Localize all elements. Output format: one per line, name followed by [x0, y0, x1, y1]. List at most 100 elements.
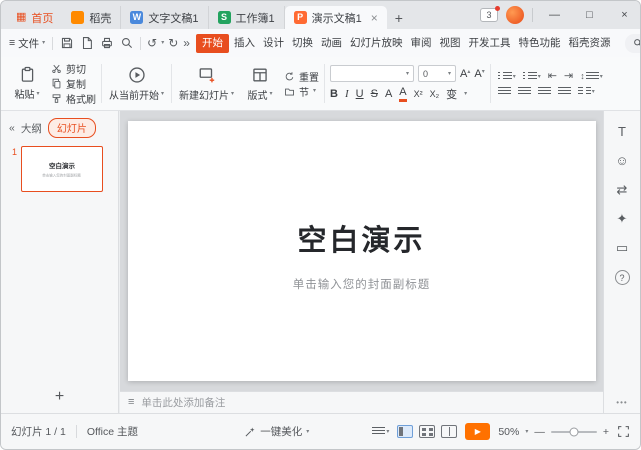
- beautify-button[interactable]: 一键美化 ▾: [244, 424, 309, 439]
- new-slide-button[interactable]: 新建幻灯片▾: [177, 60, 236, 107]
- align-right-button[interactable]: [536, 87, 553, 96]
- text-shadow-button[interactable]: A: [385, 88, 392, 100]
- frame-icon[interactable]: ▭: [616, 241, 628, 254]
- zoom-slider[interactable]: [551, 431, 597, 433]
- close-tab-icon[interactable]: ×: [371, 11, 378, 25]
- search-button[interactable]: 查找: [625, 34, 640, 53]
- zoom-out-button[interactable]: —: [534, 426, 545, 438]
- ribbon-tab-view[interactable]: 视图: [435, 34, 464, 53]
- reset-button[interactable]: 重置: [284, 70, 319, 83]
- minimize-button[interactable]: —: [541, 1, 568, 29]
- collapse-panel-icon[interactable]: «: [9, 123, 15, 134]
- decrease-indent-icon: ⇤: [548, 71, 557, 82]
- cut-button[interactable]: 剪切: [51, 62, 96, 75]
- print-button[interactable]: [98, 34, 115, 52]
- ribbon-tab-slideshow[interactable]: 幻灯片放映: [346, 34, 407, 53]
- smiley-icon[interactable]: ☺: [615, 154, 628, 167]
- slides-tab[interactable]: 幻灯片: [48, 118, 96, 138]
- ribbon-tab-start[interactable]: 开始: [196, 34, 229, 53]
- more-commands-button[interactable]: »: [182, 37, 191, 49]
- tab-docer-label: 稻壳: [89, 10, 111, 26]
- export-pdf-button[interactable]: [78, 34, 95, 52]
- ribbon-tab-docer-resources[interactable]: 稻壳资源: [564, 34, 614, 53]
- font-color-button[interactable]: A: [399, 86, 406, 101]
- add-slide-button[interactable]: +: [1, 389, 118, 405]
- underline-button[interactable]: U: [356, 88, 364, 100]
- clipboard-icon: [19, 66, 36, 83]
- effects-star-icon[interactable]: ✦: [617, 212, 628, 225]
- italic-button[interactable]: I: [345, 88, 349, 100]
- maximize-button[interactable]: □: [576, 1, 603, 29]
- slide-sorter-view-button[interactable]: [419, 425, 435, 438]
- font-size-select[interactable]: 0 ▾: [418, 65, 456, 82]
- font-name-select[interactable]: ▾: [330, 65, 414, 82]
- view-menu-button[interactable]: ▾: [370, 427, 391, 436]
- ribbon-tab-devtools[interactable]: 开发工具: [464, 34, 514, 53]
- superscript-button[interactable]: X²: [414, 89, 423, 99]
- redo-button[interactable]: ↻: [167, 37, 179, 49]
- ribbon-tab-design[interactable]: 设计: [259, 34, 288, 53]
- tab-spreadsheet[interactable]: S 工作簿1: [209, 6, 285, 29]
- notes-bar[interactable]: ≡ 单击此处添加备注: [120, 391, 603, 413]
- copy-button[interactable]: 复制: [51, 77, 96, 90]
- tab-presentation[interactable]: P 演示文稿1 ×: [285, 6, 387, 29]
- switch-icon[interactable]: ⇄: [617, 183, 628, 196]
- align-center-button[interactable]: [516, 87, 533, 96]
- tab-wps-home[interactable]: ▦ 首页: [7, 6, 62, 29]
- strikethrough-button[interactable]: S: [371, 88, 378, 100]
- slide-title[interactable]: 空白演示: [128, 217, 596, 259]
- normal-view-button[interactable]: [397, 425, 413, 438]
- increase-indent-button[interactable]: ⇥: [562, 71, 575, 82]
- fit-window-icon[interactable]: [617, 425, 630, 438]
- zoom-level[interactable]: 50%: [498, 426, 519, 438]
- docer-icon: [71, 11, 84, 24]
- ribbon-tab-animation[interactable]: 动画: [317, 34, 346, 53]
- new-tab-button[interactable]: +: [387, 6, 411, 29]
- line-spacing-button[interactable]: ↕▾: [578, 72, 605, 81]
- outline-tab[interactable]: 大纲: [21, 121, 42, 136]
- columns-button[interactable]: ▾: [576, 87, 597, 96]
- more-tools-button[interactable]: •••: [616, 398, 627, 407]
- avatar[interactable]: [506, 6, 524, 24]
- ribbon-tab-features[interactable]: 特色功能: [514, 34, 564, 53]
- layout-button[interactable]: 版式▾: [239, 60, 281, 107]
- align-left-button[interactable]: [496, 87, 513, 96]
- increase-font-button[interactable]: A▴: [460, 68, 470, 80]
- help-icon[interactable]: ?: [615, 270, 630, 285]
- ribbon-tab-insert[interactable]: 插入: [230, 34, 259, 53]
- section-button[interactable]: 节 ▾: [284, 85, 319, 98]
- reading-view-button[interactable]: [441, 425, 457, 438]
- subscript-button[interactable]: X₂: [430, 89, 440, 99]
- file-menu-button[interactable]: ≡ 文件 ▾: [7, 36, 47, 51]
- slide-subtitle[interactable]: 单击输入您的封面副标题: [128, 276, 596, 292]
- bold-button[interactable]: B: [330, 88, 338, 100]
- undo-button[interactable]: ↺: [146, 37, 158, 49]
- numbered-list-button[interactable]: ▾: [521, 72, 543, 81]
- theme-label[interactable]: Office 主题: [87, 424, 138, 439]
- slide-thumbnail[interactable]: 空白演示 单击输入您的封面副标题: [21, 146, 103, 192]
- justify-button[interactable]: [556, 87, 573, 96]
- slide[interactable]: 空白演示 单击输入您的封面副标题: [128, 121, 596, 381]
- format-painter-button[interactable]: 格式刷: [51, 92, 96, 105]
- slideshow-play-button[interactable]: ▶: [465, 423, 490, 440]
- zoom-slider-knob[interactable]: [569, 427, 578, 436]
- ribbon-tab-review[interactable]: 审阅: [406, 34, 435, 53]
- tab-writer-document[interactable]: W 文字文稿1: [121, 6, 208, 29]
- text-effect-button[interactable]: 变: [446, 86, 457, 102]
- decrease-indent-button[interactable]: ⇤: [546, 71, 559, 82]
- bullet-list-button[interactable]: ▾: [496, 72, 518, 81]
- divider: [324, 64, 325, 103]
- close-button[interactable]: ×: [611, 1, 638, 29]
- paste-button[interactable]: 粘贴▾: [6, 60, 48, 107]
- save-button[interactable]: [58, 34, 75, 52]
- decrease-font-button[interactable]: A▾: [474, 68, 484, 80]
- tab-docer[interactable]: 稻壳: [62, 6, 121, 29]
- message-count-badge[interactable]: 3: [480, 8, 498, 22]
- text-tool-icon[interactable]: T: [618, 125, 626, 138]
- zoom-in-button[interactable]: +: [603, 426, 609, 438]
- print-preview-button[interactable]: [118, 34, 135, 52]
- undo-dropdown-icon[interactable]: ▾: [161, 40, 164, 46]
- ribbon-tab-transition[interactable]: 切换: [288, 34, 317, 53]
- chevron-down-icon: ▾: [448, 71, 451, 77]
- play-from-current-button[interactable]: 从当前开始▾: [107, 60, 166, 107]
